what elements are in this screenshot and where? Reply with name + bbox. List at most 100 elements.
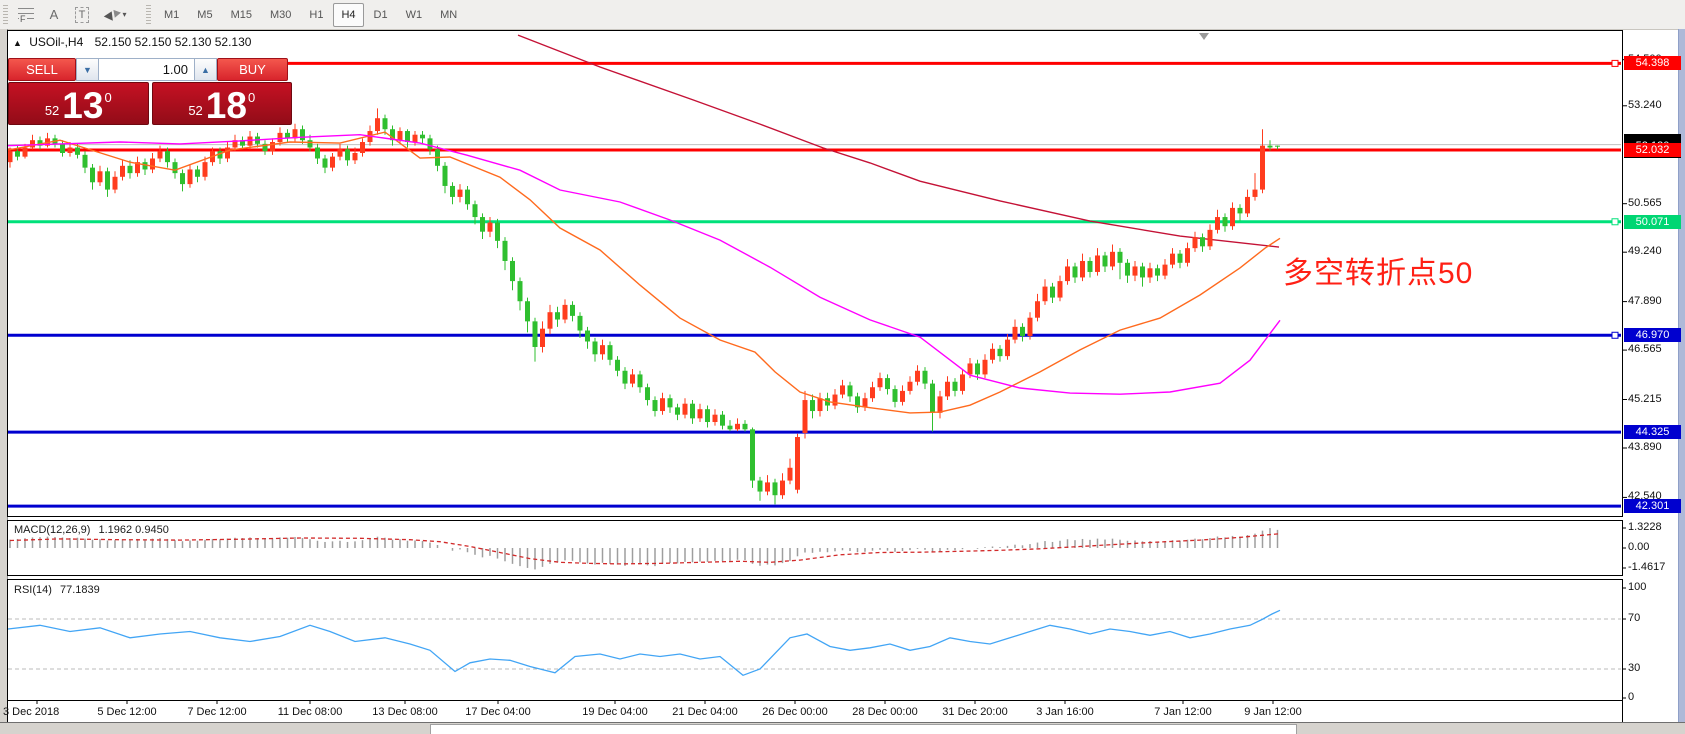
candle-body — [375, 118, 380, 131]
sell-price-big: 13 — [62, 90, 103, 121]
line-endpoint-marker[interactable] — [1612, 219, 1618, 225]
candle-body — [270, 142, 275, 151]
candle-body — [360, 142, 365, 153]
candle-body — [818, 398, 823, 411]
candle-body — [1193, 237, 1198, 248]
candle-body — [420, 135, 425, 139]
chart-shift-marker[interactable] — [1199, 33, 1209, 40]
candle-body — [330, 157, 335, 168]
candle-body — [450, 186, 455, 197]
candle-body — [473, 204, 478, 217]
indicator-tick-1.3228: 1.3228 — [1628, 521, 1684, 533]
price-tick-45.215: 45.215 — [1628, 393, 1684, 405]
price-label-46.970: 46.970 — [1624, 328, 1681, 342]
ohlc-values: 52.150 52.150 52.130 52.130 — [95, 35, 252, 49]
one-click-trade-panel: SELL ▼ ▲ BUY 52 13 0 52 18 0 — [8, 58, 292, 125]
candle-body — [1260, 146, 1265, 190]
candle-body — [960, 374, 965, 390]
candle-body — [458, 190, 463, 197]
candle-body — [1073, 266, 1078, 277]
candle-body — [788, 468, 793, 481]
candle-body — [758, 481, 763, 492]
candle-body — [713, 415, 718, 422]
collapse-triangle-icon[interactable]: ▲ — [13, 38, 22, 48]
candle-body — [300, 129, 305, 140]
candle-body — [540, 329, 545, 347]
price-label-54.398: 54.398 — [1624, 56, 1681, 70]
candle-body — [728, 426, 733, 430]
candle-body — [1005, 340, 1010, 356]
buy-price-tile[interactable]: 52 18 0 — [152, 82, 293, 125]
candle-body — [503, 241, 508, 261]
rsi-header: RSI(14) 77.1839 — [14, 584, 100, 596]
volume-down-spinner[interactable]: ▼ — [76, 58, 99, 81]
candle-body — [608, 345, 613, 360]
candle-body — [623, 371, 628, 384]
candle-body — [848, 385, 853, 396]
rsi-value: 77.1839 — [60, 584, 100, 596]
candle-body — [975, 363, 980, 374]
candle-body — [780, 481, 785, 496]
time-tick-21-Dec-04-00: 21 Dec 04:00 — [672, 706, 737, 718]
candle-body — [878, 378, 883, 387]
candle-body — [1103, 255, 1108, 266]
candle-body — [23, 148, 28, 157]
candle-body — [885, 378, 890, 389]
sell-button[interactable]: SELL — [8, 58, 76, 81]
candle-body — [720, 415, 725, 426]
candle-body — [465, 190, 470, 205]
candle-body — [570, 305, 575, 316]
candle-body — [345, 149, 350, 160]
candle-body — [113, 177, 118, 190]
candle-body — [600, 345, 605, 354]
candle-body — [315, 148, 320, 159]
volume-input[interactable] — [99, 58, 194, 81]
candle-body — [68, 148, 73, 153]
candle-body — [690, 404, 695, 419]
candle-body — [1155, 268, 1160, 275]
candle-body — [1223, 217, 1228, 226]
candle-body — [60, 144, 65, 153]
time-tick-7-Jan-12-00: 7 Jan 12:00 — [1154, 706, 1212, 718]
candle-body — [638, 374, 643, 387]
candle-body — [765, 482, 770, 491]
candle-body — [165, 151, 170, 162]
price-tick-50.565: 50.565 — [1628, 197, 1684, 209]
candle-body — [405, 131, 410, 142]
macd-values: 1.1962 0.9450 — [98, 524, 168, 536]
price-label-44.325: 44.325 — [1624, 425, 1681, 439]
candle-body — [683, 404, 688, 415]
volume-up-spinner[interactable]: ▲ — [194, 58, 217, 81]
candle-body — [188, 169, 193, 184]
symbol-label: USOil-,H4 — [29, 35, 83, 49]
candle-body — [1200, 237, 1205, 246]
buy-button[interactable]: BUY — [217, 58, 288, 81]
candle-body — [1028, 318, 1033, 336]
candle-body — [908, 382, 913, 391]
candle-body — [1230, 208, 1235, 226]
candle-body — [1245, 197, 1250, 213]
candle-body — [735, 424, 740, 429]
candle-body — [83, 155, 88, 168]
candle-body — [338, 149, 343, 156]
line-endpoint-marker[interactable] — [1612, 60, 1618, 66]
chart-annotation-text: 多空转折点50 — [1283, 248, 1473, 292]
candle-body — [203, 162, 208, 177]
candle-body — [1013, 327, 1018, 340]
candle-body — [653, 400, 658, 411]
candle-body — [938, 396, 943, 412]
line-endpoint-marker[interactable] — [1612, 332, 1618, 338]
candle-body — [1080, 261, 1085, 277]
candle-body — [668, 398, 673, 407]
candle-body — [795, 437, 800, 490]
candle-body — [923, 371, 928, 384]
candle-body — [1043, 287, 1048, 302]
time-tick-3-Dec-2018: 3 Dec 2018 — [3, 706, 59, 718]
candle-body — [195, 169, 200, 176]
candle-body — [480, 217, 485, 232]
candle-body — [1178, 254, 1183, 263]
candle-body — [983, 360, 988, 375]
candle-body — [90, 168, 95, 183]
sell-price-tile[interactable]: 52 13 0 — [8, 82, 149, 125]
candle-body — [1148, 268, 1153, 277]
